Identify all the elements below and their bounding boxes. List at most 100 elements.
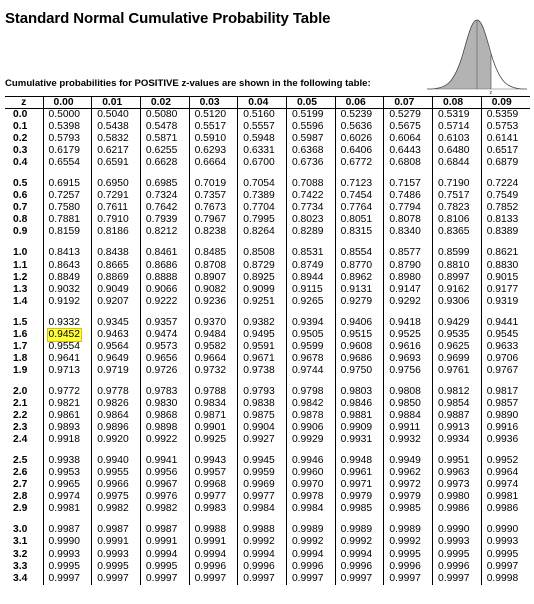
probability-cell: 0.9857 — [480, 397, 530, 411]
probability-cell: 0.9591 — [237, 340, 287, 353]
spacer-cell — [237, 307, 287, 317]
page-title: Standard Normal Cumulative Probability T… — [5, 10, 331, 27]
table-row: 2.2 0.9861 0.9864 0.9868 0.9871 0.9875 0.9878 0… — [5, 410, 530, 423]
probability-cell: 0.9953 — [42, 467, 92, 480]
probability-cell: 0.9236 — [188, 295, 238, 308]
spacer-cell — [480, 169, 530, 179]
probability-cell: 0.7881 — [42, 214, 92, 227]
z-value-cell: 3.2 — [13, 548, 28, 560]
probability-cell: 0.9992 — [237, 536, 287, 549]
probability-cell: 0.5832 — [91, 133, 141, 146]
probability-cell: 0.9418 — [383, 316, 433, 329]
z-value-cell: 0.4 — [13, 157, 28, 169]
z-value-cell: 2.5 — [13, 455, 28, 467]
z-value-cell: 0.0 — [13, 109, 28, 121]
probability-cell: 0.8315 — [334, 226, 384, 239]
probability-cell: 0.9901 — [188, 422, 238, 435]
probability-cell: 0.9996 — [383, 560, 433, 573]
probability-cell: 0.9332 — [42, 316, 92, 329]
probability-cell: 0.8264 — [237, 226, 287, 239]
probability-cell: 0.9986 — [480, 503, 530, 516]
probability-cell: 0.9955 — [91, 467, 141, 480]
z-value-cell: 0.1 — [13, 121, 28, 133]
probability-cell: 0.6368 — [285, 145, 336, 158]
z-value-cell: 2.9 — [13, 503, 28, 515]
probability-cell: 0.8729 — [237, 259, 287, 272]
probability-cell: 0.5199 — [285, 108, 336, 122]
group-spacer-row — [5, 515, 530, 525]
probability-cell: 0.9732 — [188, 364, 238, 377]
probability-cell: 0.8485 — [188, 247, 238, 260]
probability-cell: 0.9967 — [139, 479, 190, 492]
probability-cell: 0.9997 — [139, 572, 190, 585]
probability-cell: 0.9864 — [91, 410, 141, 423]
probability-cell: 0.9834 — [188, 397, 238, 411]
z-value-cell: 0.8 — [13, 214, 28, 226]
probability-cell: 0.9983 — [188, 503, 238, 516]
probability-cell: 0.9997 — [334, 572, 384, 585]
probability-cell: 0.6255 — [139, 145, 190, 158]
probability-cell: 0.9904 — [237, 422, 287, 435]
spacer-cell — [480, 515, 530, 525]
probability-cell: 0.9992 — [383, 536, 433, 549]
probability-cell: 0.7324 — [139, 190, 190, 203]
probability-cell: 0.9989 — [285, 524, 336, 537]
probability-cell: 0.9484 — [188, 328, 238, 341]
probability-cell: 0.7673 — [188, 202, 238, 215]
table-row: 0.9 0.8159 0.8186 0.8212 0.8238 0.8264 0.8289 0… — [5, 226, 530, 239]
probability-cell: 0.5120 — [188, 108, 238, 122]
probability-cell: 0.9750 — [334, 364, 384, 377]
probability-cell: 0.9982 — [91, 503, 141, 516]
probability-cell: 0.7157 — [383, 178, 433, 191]
probability-cell: 0.6554 — [42, 157, 92, 170]
z-value-cell: 1.3 — [13, 283, 28, 295]
column-header: 0.06 — [334, 96, 384, 109]
probability-cell: 0.7734 — [285, 202, 336, 215]
probability-cell: 0.9719 — [91, 364, 141, 377]
probability-cell: 0.5948 — [237, 133, 287, 146]
probability-cell: 0.9979 — [383, 491, 433, 504]
probability-cell: 0.9049 — [91, 283, 141, 296]
probability-cell: 0.9693 — [383, 352, 433, 365]
probability-cell: 0.6950 — [91, 178, 141, 191]
probability-cell: 0.9970 — [285, 479, 336, 492]
z-value-cell: 2.1 — [13, 398, 28, 409]
column-header: 0.08 — [432, 96, 482, 109]
probability-cell: 0.9861 — [42, 410, 92, 423]
probability-cell: 0.7224 — [480, 178, 530, 191]
probability-cell: 0.9979 — [334, 491, 384, 504]
group-spacer-row — [5, 169, 530, 179]
probability-cell: 0.9949 — [383, 455, 433, 468]
table-row: 3.0 0.9987 0.9987 0.9987 0.9988 0.9988 0.9989 0… — [5, 524, 530, 537]
probability-cell: 0.9884 — [383, 410, 433, 423]
probability-cell: 0.9656 — [139, 352, 190, 365]
probability-cell: 0.6664 — [188, 157, 238, 170]
z-value-cell: 0.3 — [13, 145, 28, 157]
column-header: 0.05 — [285, 96, 336, 109]
probability-cell: 0.5319 — [432, 108, 482, 122]
probability-cell: 0.9956 — [139, 467, 190, 480]
probability-cell: 0.7910 — [91, 214, 141, 227]
probability-cell: 0.5910 — [188, 133, 238, 146]
probability-cell: 0.9292 — [383, 295, 433, 308]
probability-cell: 0.5080 — [139, 108, 190, 122]
probability-cell: 0.9985 — [383, 503, 433, 516]
probability-cell: 0.9931 — [334, 434, 384, 447]
probability-cell: 0.9934 — [432, 434, 482, 447]
probability-cell: 0.9850 — [383, 397, 433, 411]
probability-cell: 0.5279 — [383, 108, 433, 122]
probability-cell: 0.9920 — [91, 434, 141, 447]
probability-cell: 0.9996 — [237, 560, 287, 573]
probability-cell: 0.6915 — [42, 178, 92, 191]
probability-cell: 0.7642 — [139, 202, 190, 215]
spacer-cell — [334, 169, 384, 179]
probability-cell: 0.9251 — [237, 295, 287, 308]
probability-cell: 0.6406 — [334, 145, 384, 158]
probability-cell: 0.8078 — [383, 214, 433, 227]
column-header: 0.00 — [42, 96, 92, 109]
probability-cell: 0.9994 — [139, 548, 190, 561]
group-spacer-row — [5, 376, 530, 386]
probability-cell: 0.9783 — [139, 385, 190, 398]
probability-cell: 0.9846 — [334, 397, 384, 411]
probability-cell: 0.9878 — [285, 410, 336, 423]
